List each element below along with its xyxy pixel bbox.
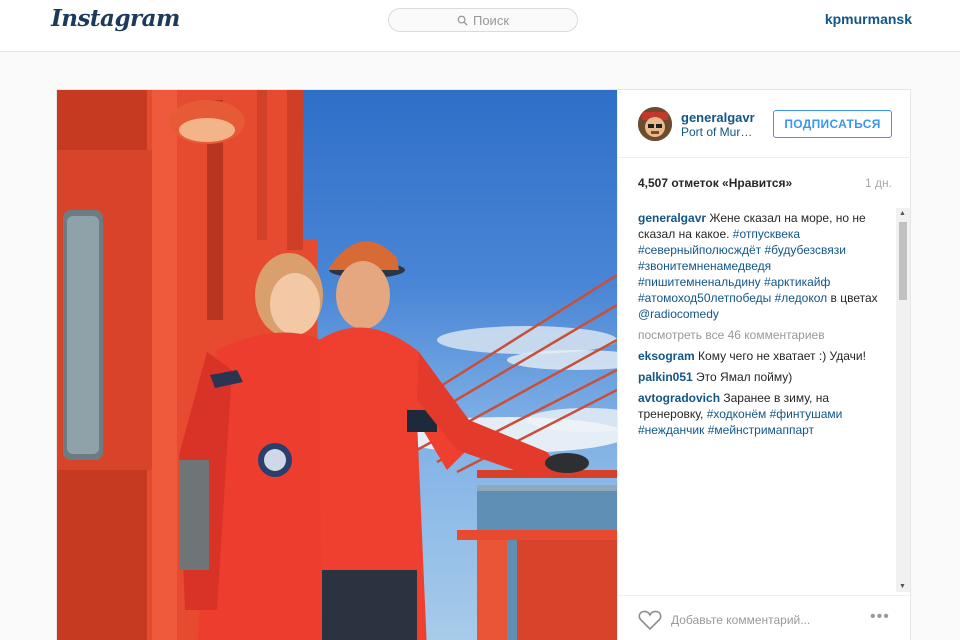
caption: generalgavr Жене сказал на море, но не с… <box>638 210 892 322</box>
scroll-up-icon[interactable]: ▲ <box>899 210 906 217</box>
comment-author[interactable]: palkin051 <box>638 370 696 384</box>
author-username[interactable]: generalgavr <box>681 110 755 125</box>
comment-text: Кому чего не хватает :) Удачи! <box>698 349 866 363</box>
post-time[interactable]: 1 дн. <box>865 176 892 190</box>
hashtag-link[interactable]: #северныйполюсждёт <box>638 243 764 257</box>
comment-items: eksogram Кому чего не хватает :) Удачи! … <box>638 348 892 438</box>
post-location[interactable]: Port of Murmansk <box>681 125 757 139</box>
post-card: generalgavr Port of Murmansk ПОДПИСАТЬСЯ… <box>56 89 912 640</box>
caption-mid-text: в цветах <box>830 291 878 305</box>
hashtag-link[interactable]: #мейнстримаппарт <box>708 423 814 437</box>
comment-author[interactable]: eksogram <box>638 349 698 363</box>
comment-author[interactable]: avtogradovich <box>638 391 723 405</box>
hashtag-link[interactable]: #нежданчик <box>638 423 708 437</box>
like-heart-icon[interactable] <box>638 609 662 631</box>
post-header: generalgavr Port of Murmansk ПОДПИСАТЬСЯ <box>618 90 911 158</box>
caption-author[interactable]: generalgavr <box>638 211 706 225</box>
post-photo[interactable] <box>57 90 617 640</box>
hashtag-link[interactable]: #арктикайф <box>764 275 830 289</box>
instagram-logo[interactable]: Instagram <box>51 5 180 32</box>
author-avatar[interactable] <box>638 107 672 141</box>
more-options-icon[interactable]: ••• <box>870 608 890 626</box>
view-all-comments-link[interactable]: посмотреть все 46 комментариев <box>638 327 892 343</box>
comment-text: Это Ямал пойму) <box>696 370 793 384</box>
hashtag-link[interactable]: #ледокол <box>775 291 831 305</box>
comments-scrollbar[interactable]: ▲ ▼ <box>896 208 910 592</box>
add-comment-input[interactable]: Добавьте комментарий... <box>671 613 810 627</box>
follow-button[interactable]: ПОДПИСАТЬСЯ <box>773 110 892 138</box>
hashtag-link[interactable]: #ходконём <box>707 407 770 421</box>
profile-username-link[interactable]: kpmurmansk <box>825 11 912 27</box>
hashtag-link[interactable]: #звонитемненамедведя <box>638 259 771 273</box>
search-input[interactable]: Поиск <box>388 8 578 32</box>
post-stats: 4,507 отметок «Нравится» 1 дн. <box>638 176 892 190</box>
post-photo-image <box>57 90 617 640</box>
comment-item: avtogradovich Заранее в зиму, на тренеро… <box>638 390 892 438</box>
comment-item: palkin051 Это Ямал пойму) <box>638 369 892 385</box>
hashtag-link[interactable]: #отпусквека <box>733 227 800 241</box>
post-actions: Добавьте комментарий... ••• <box>618 595 912 640</box>
hashtag-link[interactable]: #атомоход50летпобеды <box>638 291 775 305</box>
search-icon <box>457 15 468 26</box>
top-navigation-bar: Instagram Поиск kpmurmansk <box>0 0 960 52</box>
likes-count[interactable]: 4,507 отметок «Нравится» <box>638 176 792 190</box>
author-avatar-image <box>638 107 672 141</box>
post-details-panel: generalgavr Port of Murmansk ПОДПИСАТЬСЯ… <box>617 90 912 640</box>
comments-list: generalgavr Жене сказал на море, но не с… <box>638 210 892 590</box>
hashtag-link[interactable]: #финтушами <box>770 407 843 421</box>
scroll-down-icon[interactable]: ▼ <box>899 583 906 590</box>
scrollbar-thumb[interactable] <box>899 222 907 300</box>
search-placeholder: Поиск <box>472 12 510 28</box>
comment-item: eksogram Кому чего не хватает :) Удачи! <box>638 348 892 364</box>
hashtag-link[interactable]: #будубезсвязи <box>764 243 845 257</box>
caption-mention[interactable]: @radiocomedy <box>638 307 719 321</box>
hashtag-link[interactable]: #пишитемненальдину <box>638 275 764 289</box>
